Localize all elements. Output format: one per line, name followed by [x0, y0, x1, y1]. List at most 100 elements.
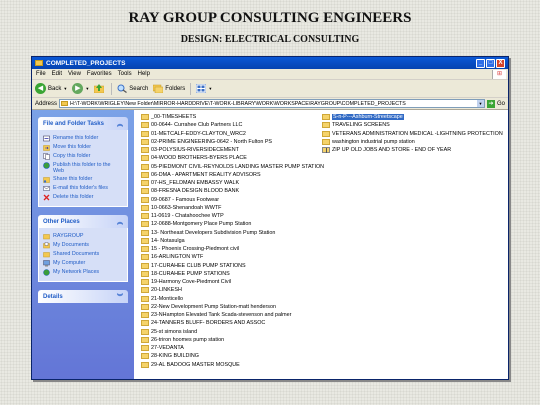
task-move-folder[interactable]: Move this folder — [43, 144, 123, 151]
folder-icon — [141, 122, 149, 129]
folder-icon — [141, 345, 149, 352]
title-bar[interactable]: COMPLETED_PROJECTS _ □ X — [32, 57, 508, 69]
panel-header[interactable]: Other Places ︽ — [38, 215, 128, 228]
folder-item[interactable]: 01-METCALF-EDDY-CLAYTON_WRC2 — [141, 130, 331, 138]
folder-icon — [61, 101, 69, 106]
place-my-documents[interactable]: My Documents — [43, 242, 123, 249]
folder-icon — [43, 234, 50, 240]
views-button[interactable]: ▼ — [196, 84, 212, 93]
folder-item[interactable]: 22-New Development Pump Station-matt hen… — [141, 303, 331, 311]
collapse-chevron-icon[interactable]: ︽ — [117, 217, 123, 226]
folder-label: 29-AL BADOOG MASTER MOSQUE — [151, 361, 240, 368]
folder-icon — [141, 213, 149, 220]
menu-edit[interactable]: Edit — [52, 71, 62, 77]
forward-button[interactable]: ▶ ▼ — [72, 83, 89, 94]
back-dropdown-icon[interactable]: ▼ — [63, 86, 67, 91]
folder-item[interactable]: 10-0663-Shenandoah WWTF — [141, 204, 331, 212]
folder-item[interactable]: 20-LINKESH — [141, 286, 331, 294]
go-label: Go — [496, 100, 505, 107]
folder-item[interactable]: 02-PRIME ENGINEERING-0642 - North Fulton… — [141, 138, 331, 146]
folder-label: 00-0644- Currahee Club Partners LLC — [151, 122, 243, 129]
folder-icon — [141, 237, 149, 244]
folder-label: 20-LINKESH — [151, 287, 182, 294]
folder-item[interactable]: _00-TIMESHEETS — [141, 113, 331, 121]
folder-item[interactable]: ZIP UP OLD JOBS AND STORE - END OF YEAR — [322, 146, 508, 154]
place-my-computer[interactable]: My Computer — [43, 260, 123, 267]
folder-item[interactable]: 25-st simons island — [141, 328, 331, 336]
folder-item[interactable]: 07-HS_FELDMAN EMBASSY WALK — [141, 179, 331, 187]
menu-help[interactable]: Help — [138, 71, 150, 77]
menu-tools[interactable]: Tools — [118, 71, 132, 77]
collapse-chevron-icon[interactable]: ︽ — [117, 119, 123, 128]
folder-icon — [322, 130, 330, 137]
folder-label: 24-TANNERS BLUFF- BORDERS AND ASSOC — [151, 320, 266, 327]
back-button[interactable]: ◀ Back ▼ — [35, 83, 67, 94]
folder-item[interactable]: 04-WOOD BROTHERS-BYERS PLACE — [141, 154, 331, 162]
folder-item[interactable]: 00-0644- Currahee Club Partners LLC — [141, 121, 331, 129]
search-button[interactable]: Search — [117, 84, 148, 93]
folder-item[interactable]: 08-FRESNA DESIGN BLOOD BANK — [141, 187, 331, 195]
panel-header[interactable]: Details ︾ — [38, 290, 128, 303]
folder-item[interactable]: 13- Northeast Developers Subdivision Pum… — [141, 229, 331, 237]
folder-item[interactable]: 03-POLYSIUS-RIVERSIDECEMENT — [141, 146, 331, 154]
panel-title: Other Places — [43, 218, 80, 225]
folder-item[interactable]: 24-TANNERS BLUFF- BORDERS AND ASSOC — [141, 319, 331, 327]
folder-item[interactable]: 14- Notasulga — [141, 237, 331, 245]
folder-icon — [141, 130, 149, 137]
folder-item[interactable]: 15 - Phoenix Crossing-Piedmont civil — [141, 245, 331, 253]
expand-chevron-icon[interactable]: ︾ — [117, 292, 123, 301]
folder-item[interactable]: VETERANS ADMINISTRATION MEDICAL -LIGHTNI… — [322, 130, 508, 138]
folder-item[interactable]: 28-KING BUILDING — [141, 352, 331, 360]
up-folder-button[interactable] — [94, 84, 106, 93]
task-email-files[interactable]: E-mail this folder's files — [43, 185, 123, 192]
folder-item[interactable]: 19-Harmony Cove-Piedmont Civil — [141, 278, 331, 286]
folder-item[interactable]: 06-DMA - APARTMENT REALITY ADVISORS — [141, 171, 331, 179]
maximize-button[interactable]: □ — [486, 58, 495, 68]
folder-item[interactable]: 27-VEDANTA — [141, 344, 331, 352]
place-label: My Computer — [53, 260, 86, 266]
folder-item[interactable]: 12-0688-Montgomery Place Pump Station — [141, 220, 331, 228]
folder-item[interactable]: 23-NHampton Elevated Tank Scada-stevenso… — [141, 311, 331, 319]
folder-item[interactable]: 17-CURAHEE CLUB PUMP STATIONS — [141, 262, 331, 270]
views-dropdown-icon[interactable]: ▼ — [208, 86, 212, 91]
task-delete-folder[interactable]: Delete this folder — [43, 194, 123, 201]
place-my-network-places[interactable]: My Network Places — [43, 269, 123, 276]
folder-item[interactable]: 16-ARLINGTON WTF — [141, 253, 331, 261]
address-dropdown-icon[interactable]: ▼ — [476, 100, 484, 107]
address-input[interactable]: H:\T-WORK\WRIGLEY\New Folder\MIRROR-HARD… — [59, 99, 485, 108]
folder-icon — [141, 303, 149, 310]
menu-file[interactable]: File — [36, 71, 46, 77]
folder-item[interactable]: washington industrial pump station — [322, 138, 508, 146]
task-rename-folder[interactable]: Rename this folder — [43, 135, 123, 142]
folder-item[interactable]: 21-Monticello — [141, 295, 331, 303]
minimize-button[interactable]: _ — [476, 58, 485, 68]
folders-button[interactable]: Folders — [153, 84, 185, 93]
other-places-panel: Other Places ︽ RAYGROUP My Documents Sha… — [38, 215, 128, 282]
task-copy-folder[interactable]: Copy this folder — [43, 153, 123, 160]
task-share-folder[interactable]: Share this folder — [43, 176, 123, 183]
forward-dropdown-icon[interactable]: ▼ — [85, 86, 89, 91]
place-shared-documents[interactable]: Shared Documents — [43, 251, 123, 258]
folder-item[interactable]: 11-0619 - Chatahoochee WTP — [141, 212, 331, 220]
folder-icon — [141, 361, 149, 368]
close-button[interactable]: X — [496, 58, 505, 68]
folder-icon — [322, 138, 330, 145]
folder-icon — [141, 279, 149, 286]
go-button[interactable]: ➔ Go — [486, 99, 505, 108]
folder-item[interactable]: 09-0687 - Famous Footwear — [141, 196, 331, 204]
place-raygroup[interactable]: RAYGROUP — [43, 233, 123, 240]
folder-item[interactable]: TRAVELING SCREENS — [322, 121, 508, 129]
folder-icon — [141, 196, 149, 203]
menu-favorites[interactable]: Favorites — [87, 71, 112, 77]
folder-item[interactable]: S-n-P---Ashburn-Streetscape — [322, 113, 508, 121]
email-icon — [43, 186, 50, 191]
panel-header[interactable]: File and Folder Tasks ︽ — [38, 117, 128, 130]
folder-item[interactable]: 26-triron hoomes pump station — [141, 336, 331, 344]
menu-view[interactable]: View — [68, 71, 81, 77]
folder-item[interactable]: 05-PIEDMONT CIVIL-REYNOLDS LANDING MASTE… — [141, 163, 331, 171]
folder-item[interactable]: 29-AL BADOOG MASTER MOSQUE — [141, 361, 331, 369]
task-publish-web[interactable]: Publish this folder to the Web — [43, 162, 123, 174]
task-label: Rename this folder — [53, 135, 99, 141]
folder-item[interactable]: 18-CURAHEE PUMP STATIONS — [141, 270, 331, 278]
folders-icon — [153, 84, 164, 93]
